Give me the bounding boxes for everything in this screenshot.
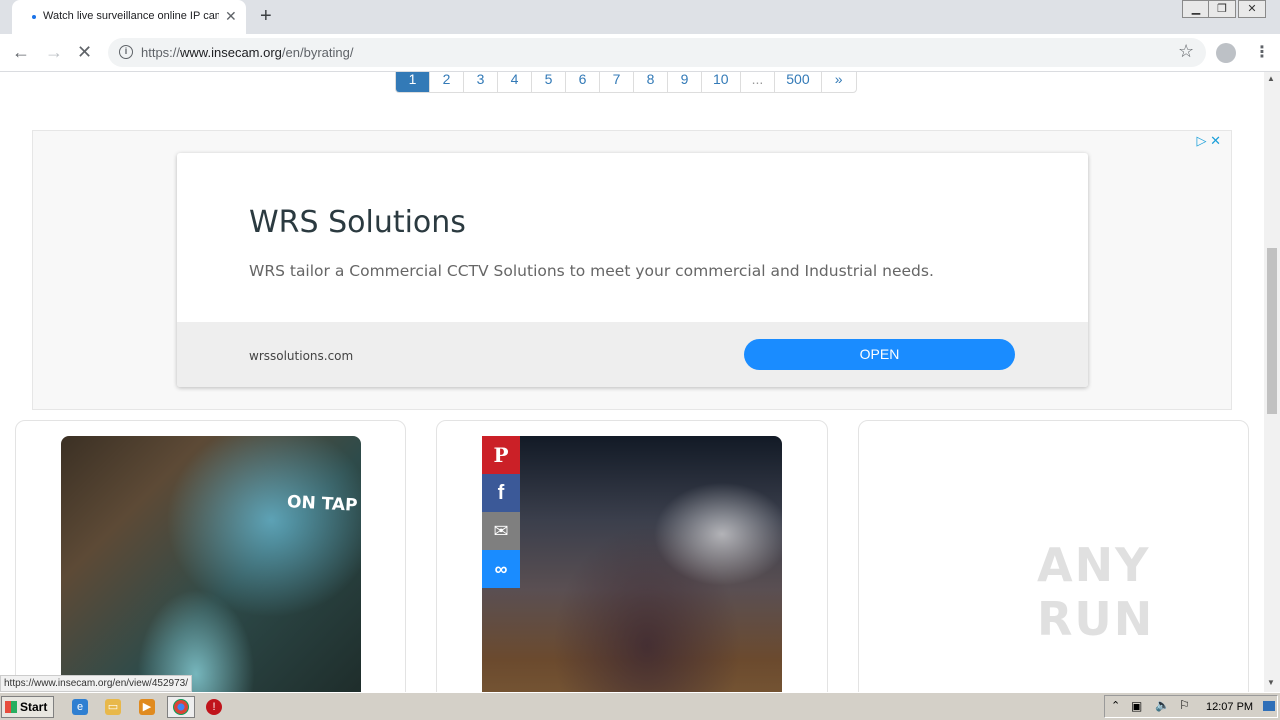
volume-icon[interactable]: 🔈 xyxy=(1155,698,1170,712)
close-window-icon[interactable]: ✕ xyxy=(1238,0,1266,18)
tab-close-icon[interactable]: ✕ xyxy=(225,8,237,24)
stop-loading-icon[interactable]: ✕ xyxy=(77,43,92,61)
page-link-8[interactable]: 8 xyxy=(634,72,668,92)
page-link-6[interactable]: 6 xyxy=(566,72,600,92)
browser-toolbar: ← → ✕ i https://www.insecam.org/en/byrat… xyxy=(0,34,1280,72)
browser-menu-icon[interactable]: ⋮ xyxy=(1254,42,1270,62)
internet-explorer-icon[interactable]: e xyxy=(72,699,88,715)
scroll-up-icon[interactable]: ▲ xyxy=(1267,74,1275,83)
new-tab-icon[interactable]: + xyxy=(260,6,272,26)
ad-headline[interactable]: WRS Solutions xyxy=(249,205,466,240)
chrome-icon xyxy=(173,699,189,715)
page-link-10[interactable]: 10 xyxy=(702,72,741,92)
ad-choices-icon[interactable]: ▷ ✕ xyxy=(1196,133,1221,149)
email-share-icon[interactable]: ✉ xyxy=(482,512,520,550)
page-link-500[interactable]: 500 xyxy=(775,72,822,92)
ad-description: WRS tailor a Commercial CCTV Solutions t… xyxy=(249,262,934,280)
start-button[interactable]: Start xyxy=(1,696,54,718)
windows-logo-icon xyxy=(5,701,17,713)
ad-open-button[interactable]: OPEN xyxy=(744,339,1015,370)
page-link-3[interactable]: 3 xyxy=(464,72,498,92)
camera-card: ON TAP xyxy=(15,420,406,692)
url-prefix: https:// xyxy=(141,45,181,60)
clock[interactable]: 12:07 PM xyxy=(1206,701,1253,713)
copy-link-share-icon[interactable]: ∞ xyxy=(482,550,520,588)
page-link-2[interactable]: 2 xyxy=(430,72,464,92)
scroll-thumb[interactable] xyxy=(1267,248,1277,414)
tab-bar: Watch live surveillance online IP cam ✕ … xyxy=(0,0,1280,34)
page-viewport: 1 2 3 4 5 6 7 8 9 10 ... 500 » ▷ ✕ WRS S… xyxy=(0,72,1264,692)
pagination: 1 2 3 4 5 6 7 8 9 10 ... 500 » xyxy=(395,72,857,93)
camera-thumbnail[interactable]: ON TAP xyxy=(61,436,361,692)
ad-footer: wrssolutions.com OPEN xyxy=(177,322,1088,387)
alert-app-icon[interactable]: ! xyxy=(206,699,222,715)
show-desktop-icon[interactable] xyxy=(1263,701,1275,711)
facebook-share-icon[interactable]: f xyxy=(482,474,520,512)
bookmark-star-icon[interactable]: ☆ xyxy=(1178,41,1194,62)
taskbar: Start e ▭ ▶ ! ⌃ ▣ 🔈 ⚐ 12:07 PM xyxy=(0,692,1280,720)
tab-title: Watch live surveillance online IP cam xyxy=(43,10,219,22)
ad-card[interactable]: WRS Solutions WRS tailor a Commercial CC… xyxy=(177,153,1088,387)
profile-avatar-icon[interactable] xyxy=(1216,43,1236,63)
camera-card: P f ✉ ∞ xyxy=(436,420,828,692)
minimize-icon[interactable]: ▁ xyxy=(1182,0,1210,18)
page-link-4[interactable]: 4 xyxy=(498,72,532,92)
camera-thumbnail[interactable] xyxy=(482,436,782,692)
tray-expand-icon[interactable]: ⌃ xyxy=(1111,699,1120,712)
start-label: Start xyxy=(20,700,48,714)
url-text[interactable]: https://www.insecam.org/en/byrating/ xyxy=(141,45,353,60)
status-bar-url: https://www.insecam.org/en/view/452973/ xyxy=(0,675,192,692)
camera-overlay-text: ON TAP xyxy=(286,492,358,516)
forward-icon[interactable]: → xyxy=(45,43,63,61)
address-bar[interactable]: i https://www.insecam.org/en/byrating/ ☆ xyxy=(108,38,1206,67)
page-link-5[interactable]: 5 xyxy=(532,72,566,92)
network-icon[interactable]: ▣ xyxy=(1131,699,1142,713)
page-next[interactable]: » xyxy=(822,72,856,92)
folder-icon[interactable]: ▭ xyxy=(105,699,121,715)
media-player-icon[interactable]: ▶ xyxy=(139,699,155,715)
action-center-flag-icon[interactable]: ⚐ xyxy=(1179,698,1190,712)
url-path: /en/byrating/ xyxy=(281,45,354,60)
pinterest-share-icon[interactable]: P xyxy=(482,436,520,474)
ad-domain[interactable]: wrssolutions.com xyxy=(249,349,353,363)
site-info-icon[interactable]: i xyxy=(119,45,133,59)
scroll-down-icon[interactable]: ▼ xyxy=(1267,678,1275,687)
url-host: www.insecam.org xyxy=(180,45,282,60)
vertical-scrollbar[interactable]: ▲ ▼ xyxy=(1264,72,1280,692)
page-link-1[interactable]: 1 xyxy=(396,72,430,92)
page-ellipsis: ... xyxy=(741,72,776,92)
restore-icon[interactable]: ❐ xyxy=(1208,0,1236,18)
loading-icon xyxy=(32,15,36,19)
anyrun-watermark: ANY RUN xyxy=(1037,538,1155,646)
page-link-9[interactable]: 9 xyxy=(668,72,702,92)
ad-container: ▷ ✕ WRS Solutions WRS tailor a Commercia… xyxy=(32,130,1232,410)
page-link-7[interactable]: 7 xyxy=(600,72,634,92)
active-tab[interactable]: Watch live surveillance online IP cam ✕ xyxy=(12,0,246,34)
back-icon[interactable]: ← xyxy=(12,43,30,61)
